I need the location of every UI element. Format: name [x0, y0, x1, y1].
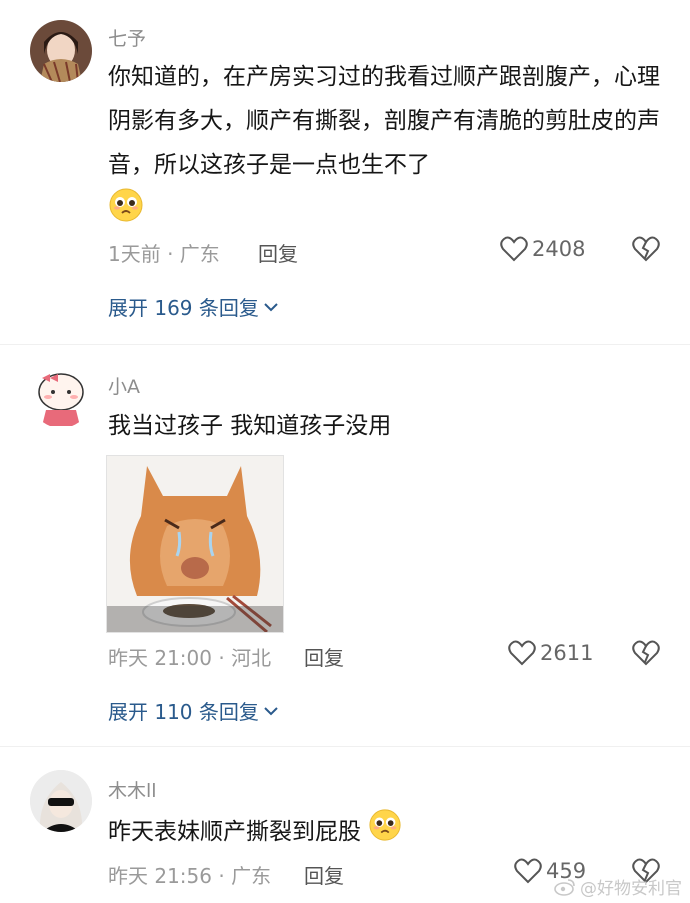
- dislike-button[interactable]: [632, 640, 660, 670]
- chevron-down-icon: [264, 706, 278, 715]
- chevron-down-icon: [264, 302, 278, 311]
- divider: [0, 746, 690, 747]
- time-location: 昨天 21:56 · 广东: [108, 864, 272, 888]
- pleading-face-emoji-icon: [368, 808, 402, 857]
- comment-text: 昨天表妹顺产撕裂到屁股: [108, 808, 668, 857]
- time-location: 1天前 · 广东: [108, 242, 220, 266]
- expand-replies-label: 展开 169 条回复: [108, 296, 259, 320]
- like-count: 2611: [540, 641, 594, 665]
- expand-replies-button[interactable]: 展开 110 条回复: [108, 696, 279, 725]
- avatar[interactable]: [30, 20, 92, 82]
- expand-replies-label: 展开 110 条回复: [108, 700, 259, 724]
- avatar[interactable]: [30, 366, 92, 428]
- username[interactable]: 木木ll: [108, 776, 157, 803]
- avatar[interactable]: [30, 770, 92, 832]
- heart-outline-icon: [514, 858, 542, 884]
- cat-sticker-image[interactable]: [106, 455, 284, 633]
- time-location: 昨天 21:00 · 河北: [108, 646, 272, 670]
- watermark: @好物安利官: [554, 874, 682, 899]
- like-count: 2408: [532, 237, 586, 261]
- reply-button[interactable]: 回复: [304, 642, 344, 671]
- comment-text: 我当过孩子 我知道孩子没用: [108, 413, 392, 439]
- comment-text: 你知道的，在产房实习过的我看过顺产跟剖腹产，心理阴影有多大，顺产有撕裂，剖腹产有…: [108, 55, 668, 238]
- heart-outline-icon: [508, 640, 536, 666]
- dislike-button[interactable]: [632, 236, 660, 266]
- heart-outline-icon: [500, 236, 528, 262]
- like-button[interactable]: 2611: [508, 640, 593, 666]
- reply-button[interactable]: 回复: [304, 860, 344, 889]
- comment-text-body: 昨天表妹顺产撕裂到屁股: [108, 819, 361, 845]
- broken-heart-icon: [632, 236, 660, 262]
- username[interactable]: 七予: [108, 24, 146, 51]
- like-button[interactable]: 2408: [500, 236, 585, 262]
- broken-heart-icon: [632, 640, 660, 666]
- divider: [0, 344, 690, 345]
- watermark-text: @好物安利官: [580, 879, 682, 899]
- pleading-face-emoji-icon: [108, 187, 144, 238]
- username[interactable]: 小A: [108, 372, 140, 399]
- comment-text-body: 你知道的，在产房实习过的我看过顺产跟剖腹产，心理阴影有多大，顺产有撕裂，剖腹产有…: [108, 64, 660, 178]
- reply-button[interactable]: 回复: [258, 238, 298, 267]
- weibo-logo-icon: [554, 878, 575, 896]
- expand-replies-button[interactable]: 展开 169 条回复: [108, 292, 279, 321]
